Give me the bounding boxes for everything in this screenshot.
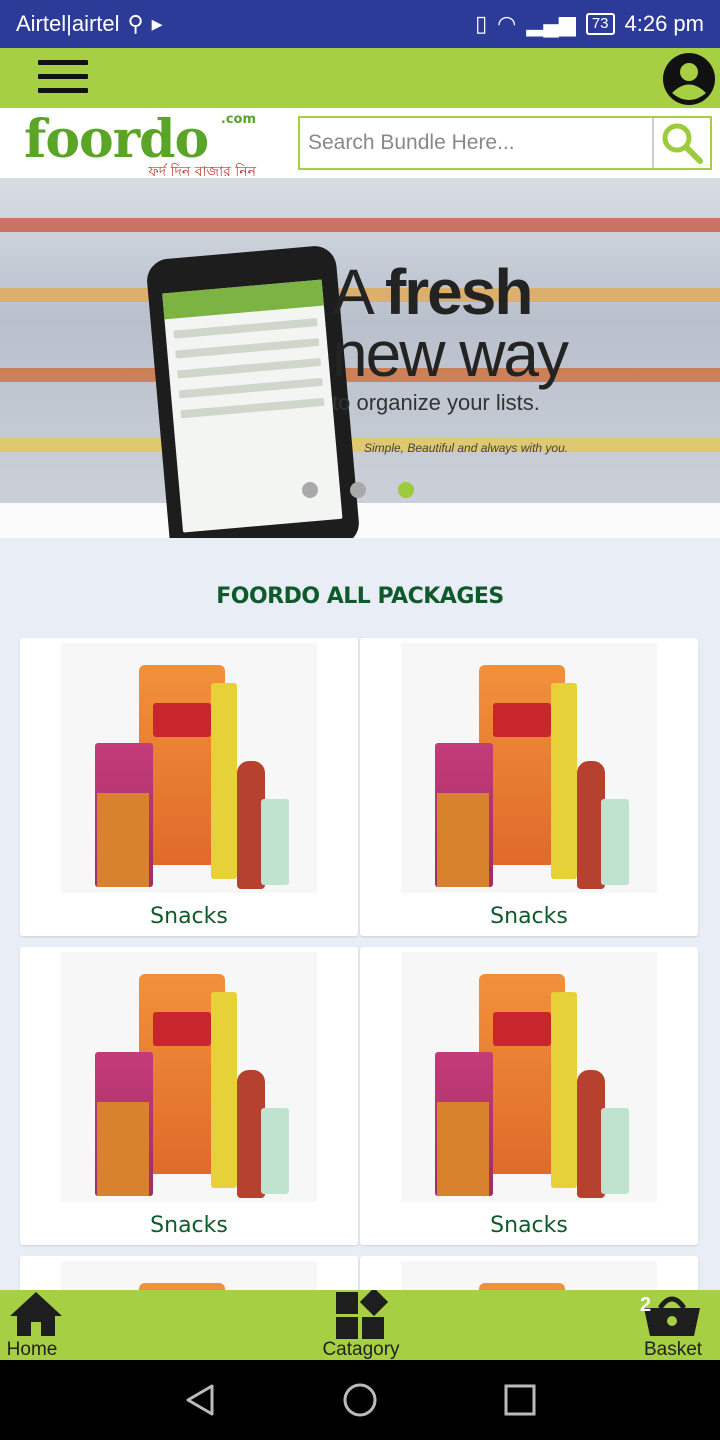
headline-new-way: new way [332, 318, 569, 390]
package-image [401, 952, 657, 1202]
nav-category-label: Catagory [322, 1339, 400, 1360]
system-nav-bar [0, 1360, 720, 1440]
nav-home-label: Home [6, 1339, 58, 1360]
package-label: Snacks [490, 904, 568, 929]
battery-icon: 73 [585, 13, 615, 35]
banner-floor [0, 503, 720, 538]
search-bar [298, 116, 712, 170]
package-image [61, 643, 317, 893]
brand-row: foordo .com ফর্দ দিন বাজার নিন [0, 108, 720, 181]
headline-tagline: Simple, Beautiful and always with you. [364, 441, 569, 455]
package-card[interactable]: Snacks [360, 947, 698, 1245]
package-label: Snacks [150, 904, 228, 929]
carrier-name: Airtel|airtel [16, 11, 120, 36]
status-bar: Airtel|airtel ⚲ ▸ ▯ ◠ ▂▄▆ 73 4:26 pm [0, 0, 720, 48]
headline-subline: to organize your lists. [332, 390, 540, 415]
foordo-logo[interactable]: foordo .com ফর্দ দিন বাজার নিন [24, 112, 260, 181]
nav-category[interactable]: Catagory [318, 1290, 404, 1360]
package-card[interactable]: Snacks [20, 638, 358, 936]
home-icon [10, 1292, 62, 1336]
package-image [61, 952, 317, 1202]
wifi-icon: ◠ [497, 11, 517, 36]
carousel-dot-active[interactable] [398, 482, 414, 498]
nav-basket[interactable]: 2 Basket [638, 1290, 708, 1360]
banner-headline: A fresh new way to organize your lists. … [332, 260, 569, 455]
section-title: FOORDO ALL PACKAGES [216, 584, 504, 609]
search-icon [662, 123, 703, 164]
signal-icon: ▂▄▆ [526, 11, 576, 36]
search-button[interactable] [652, 118, 710, 168]
usb-icon: ⚲ [127, 11, 144, 36]
status-icons: ▯ ◠ ▂▄▆ 73 4:26 pm [475, 11, 704, 37]
vibrate-icon: ▯ [475, 11, 488, 36]
carousel-dots [302, 482, 414, 498]
home-circle-icon[interactable] [342, 1382, 378, 1418]
package-label: Snacks [490, 1213, 568, 1238]
bottom-nav: Home Catagory 2 Basket [0, 1290, 720, 1360]
recents-icon[interactable] [502, 1382, 538, 1418]
nav-basket-label: Basket [643, 1339, 703, 1360]
package-card[interactable]: Snacks [20, 947, 358, 1245]
package-card[interactable]: Snacks [360, 638, 698, 936]
package-image [401, 643, 657, 893]
package-label: Snacks [150, 1213, 228, 1238]
carousel-dot[interactable] [302, 482, 318, 498]
app-bar [0, 48, 720, 108]
account-icon[interactable] [662, 52, 716, 106]
notification-icon: ▸ [151, 11, 163, 36]
nav-home[interactable]: Home [0, 1290, 64, 1360]
back-icon[interactable] [182, 1382, 218, 1418]
promo-banner[interactable]: A fresh new way to organize your lists. … [0, 178, 720, 538]
menu-icon[interactable] [38, 60, 90, 96]
search-input[interactable] [300, 118, 654, 168]
carrier-info: Airtel|airtel ⚲ ▸ [16, 11, 163, 37]
carousel-dot[interactable] [350, 482, 366, 498]
shelf-decoration [0, 218, 720, 232]
clock: 4:26 pm [624, 11, 705, 36]
logo-domain: .com [220, 112, 256, 127]
category-icon [336, 1290, 388, 1339]
basket-count-badge: 2 [640, 1294, 652, 1316]
